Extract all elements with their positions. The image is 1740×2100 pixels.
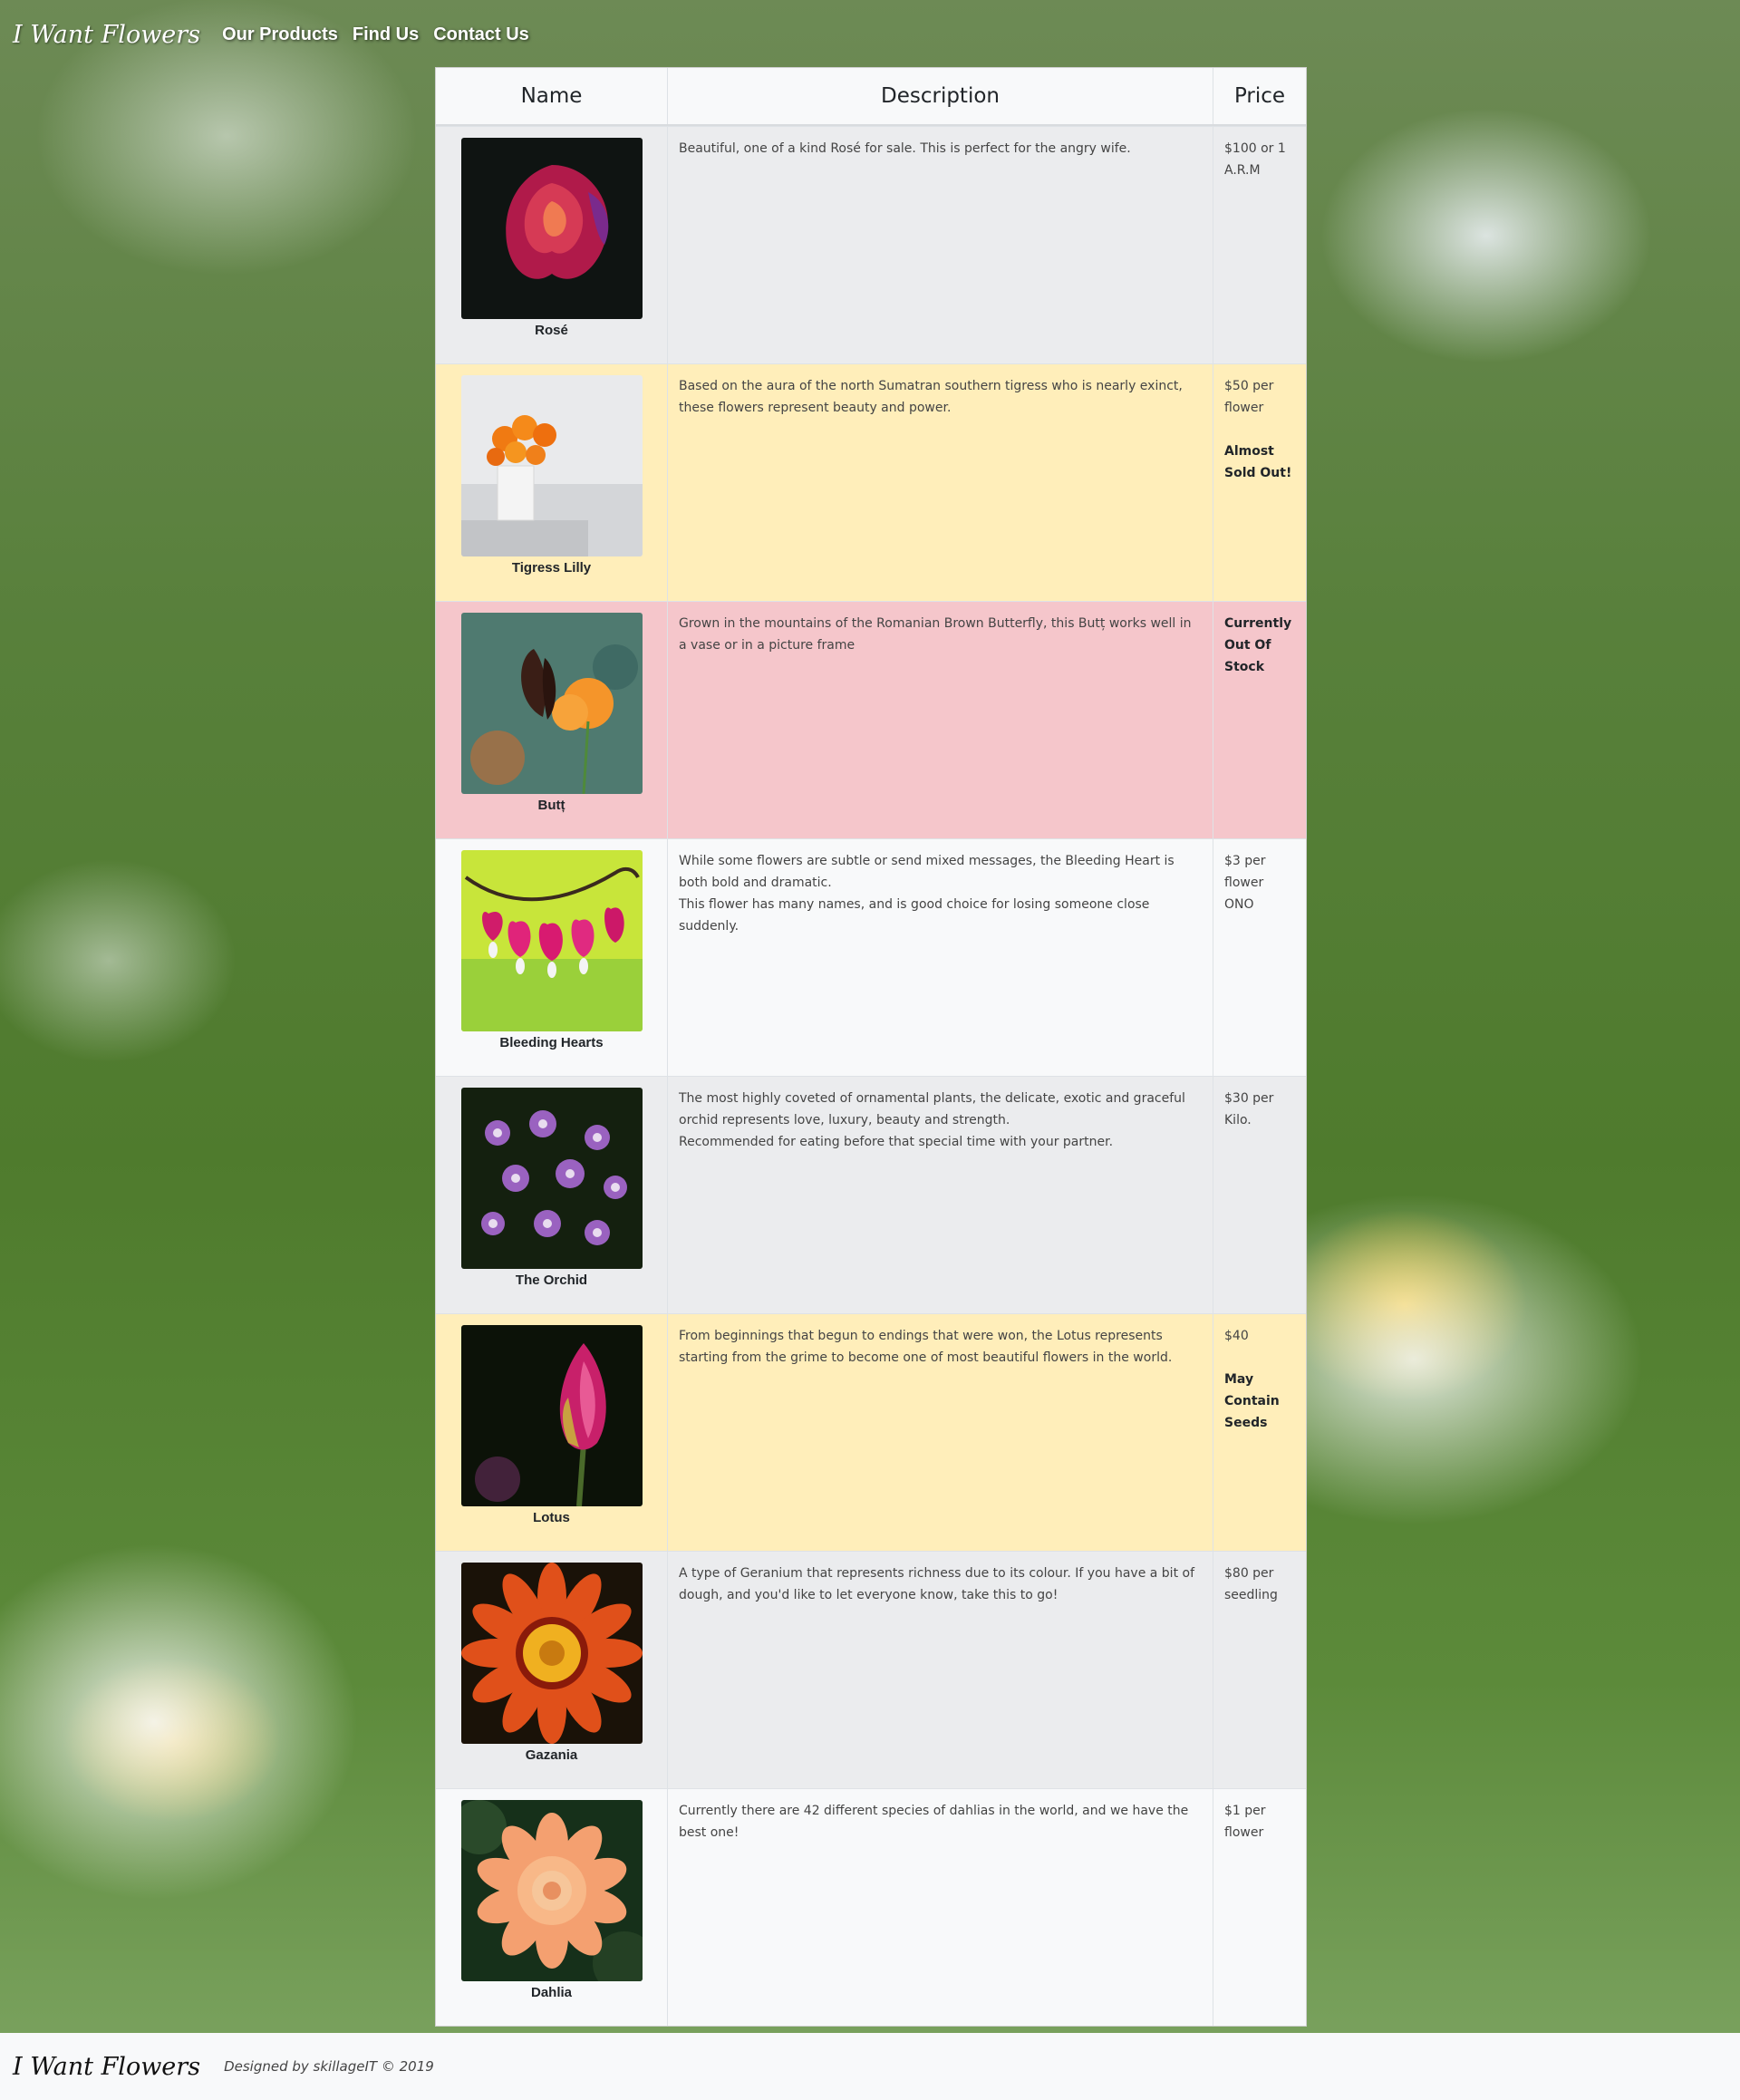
description-text: Grown in the mountains of the Romanian B… (679, 616, 1192, 653)
dahlia-image (460, 1800, 643, 1981)
name-cell: Rosé (436, 127, 668, 363)
bleeding-hearts-image (460, 850, 643, 1031)
name-cell: Tigress Lilly (436, 364, 668, 601)
description-cell: Beautiful, one of a kind Rosé for sale. … (668, 127, 1213, 363)
lotus-image (460, 1325, 643, 1506)
butterfly-image (460, 613, 643, 794)
price-text: $40 (1224, 1329, 1249, 1343)
footer-credit: Designed by skillageIT © 2019 (224, 2058, 434, 2075)
name-cell: Gazania (436, 1552, 668, 1788)
flower-name: Butț (537, 798, 566, 813)
description-text: Recommended for eating before that speci… (679, 1135, 1114, 1149)
price-text: $30 per Kilo. (1224, 1091, 1274, 1127)
name-cell: Lotus (436, 1314, 668, 1551)
description-text: Currently there are 42 different species… (679, 1804, 1189, 1840)
flower-name: Bleeding Hearts (499, 1035, 604, 1050)
gazania-image (460, 1563, 643, 1744)
column-header-description: Description (668, 68, 1213, 124)
table-row: Lotus From beginnings that begun to endi… (436, 1313, 1306, 1551)
table-row: Bleeding Hearts While some flowers are s… (436, 838, 1306, 1076)
price-text: $100 or 1 A.R.M (1224, 141, 1286, 178)
description-cell: Currently there are 42 different species… (668, 1789, 1213, 2026)
navbar: I Want Flowers Our Products Find Us Cont… (13, 16, 529, 53)
name-cell: Dahlia (436, 1789, 668, 2026)
price-text: $80 per seedling (1224, 1566, 1278, 1602)
flower-name: Rosé (535, 323, 568, 338)
description-text: This flower has many names, and is good … (679, 897, 1150, 934)
description-text: Beautiful, one of a kind Rosé for sale. … (679, 141, 1131, 156)
nav-link-find-us[interactable]: Find Us (353, 24, 419, 45)
flower-name: Dahlia (530, 1985, 572, 2000)
nav-link-our-products[interactable]: Our Products (222, 24, 338, 45)
description-cell: The most highly coveted of ornamental pl… (668, 1077, 1213, 1313)
column-header-name: Name (436, 68, 668, 124)
lilly-image (460, 375, 643, 556)
price-text: $1 per flower (1224, 1804, 1266, 1840)
price-cell: $3 per flower ONO (1213, 839, 1306, 1076)
table-row: Gazania A type of Geranium that represen… (436, 1551, 1306, 1788)
description-text: From beginnings that begun to endings th… (679, 1329, 1173, 1365)
footer: I Want Flowers Designed by skillageIT © … (0, 2033, 1740, 2100)
name-cell: Bleeding Hearts (436, 839, 668, 1076)
stock-note: Almost Sold Out! (1224, 444, 1292, 480)
brand-logo[interactable]: I Want Flowers (13, 21, 200, 49)
table-row: The Orchid The most highly coveted of or… (436, 1076, 1306, 1313)
table-row: Tigress Lilly Based on the aura of the n… (436, 363, 1306, 601)
nav-link-contact-us[interactable]: Contact Us (433, 24, 529, 45)
price-text: $3 per flower ONO (1224, 854, 1266, 912)
description-cell: Grown in the mountains of the Romanian B… (668, 602, 1213, 838)
description-text: Based on the aura of the north Sumatran … (679, 379, 1183, 415)
flower-name: The Orchid (515, 1273, 588, 1288)
table-row: Dahlia Currently there are 42 different … (436, 1788, 1306, 2026)
price-cell: $100 or 1 A.R.M (1213, 127, 1306, 363)
description-text: The most highly coveted of ornamental pl… (679, 1091, 1185, 1127)
footer-brand: I Want Flowers (13, 2052, 201, 2081)
price-cell: $80 per seedling (1213, 1552, 1306, 1788)
description-cell: Based on the aura of the north Sumatran … (668, 364, 1213, 601)
stock-note: May Contain Seeds (1224, 1372, 1280, 1430)
table-header: Name Description Price (436, 68, 1306, 126)
products-table: Name Description Price Rosé Beautiful, o… (435, 67, 1307, 2027)
table-row: Butț Grown in the mountains of the Roman… (436, 601, 1306, 838)
name-cell: The Orchid (436, 1077, 668, 1313)
description-cell: While some flowers are subtle or send mi… (668, 839, 1213, 1076)
orchid-image (460, 1088, 643, 1269)
name-cell: Butț (436, 602, 668, 838)
table-row: Rosé Beautiful, one of a kind Rosé for s… (436, 126, 1306, 363)
stock-note: Currently Out Of Stock (1224, 616, 1292, 674)
description-text: While some flowers are subtle or send mi… (679, 854, 1174, 890)
flower-name: Tigress Lilly (511, 560, 592, 576)
price-cell: $30 per Kilo. (1213, 1077, 1306, 1313)
price-cell: Currently Out Of Stock (1213, 602, 1306, 838)
column-header-price: Price (1233, 84, 1286, 108)
description-cell: A type of Geranium that represents richn… (668, 1552, 1213, 1788)
price-cell: $1 per flower (1213, 1789, 1306, 2026)
flower-name: Lotus (533, 1510, 570, 1525)
description-cell: From beginnings that begun to endings th… (668, 1314, 1213, 1551)
description-text: A type of Geranium that represents richn… (679, 1566, 1194, 1602)
price-text: $50 per flower (1224, 379, 1274, 415)
price-cell: $50 per flower Almost Sold Out! (1213, 364, 1306, 601)
price-cell: $40 May Contain Seeds (1213, 1314, 1306, 1551)
rose-image (460, 138, 643, 319)
flower-name: Gazania (525, 1747, 578, 1763)
